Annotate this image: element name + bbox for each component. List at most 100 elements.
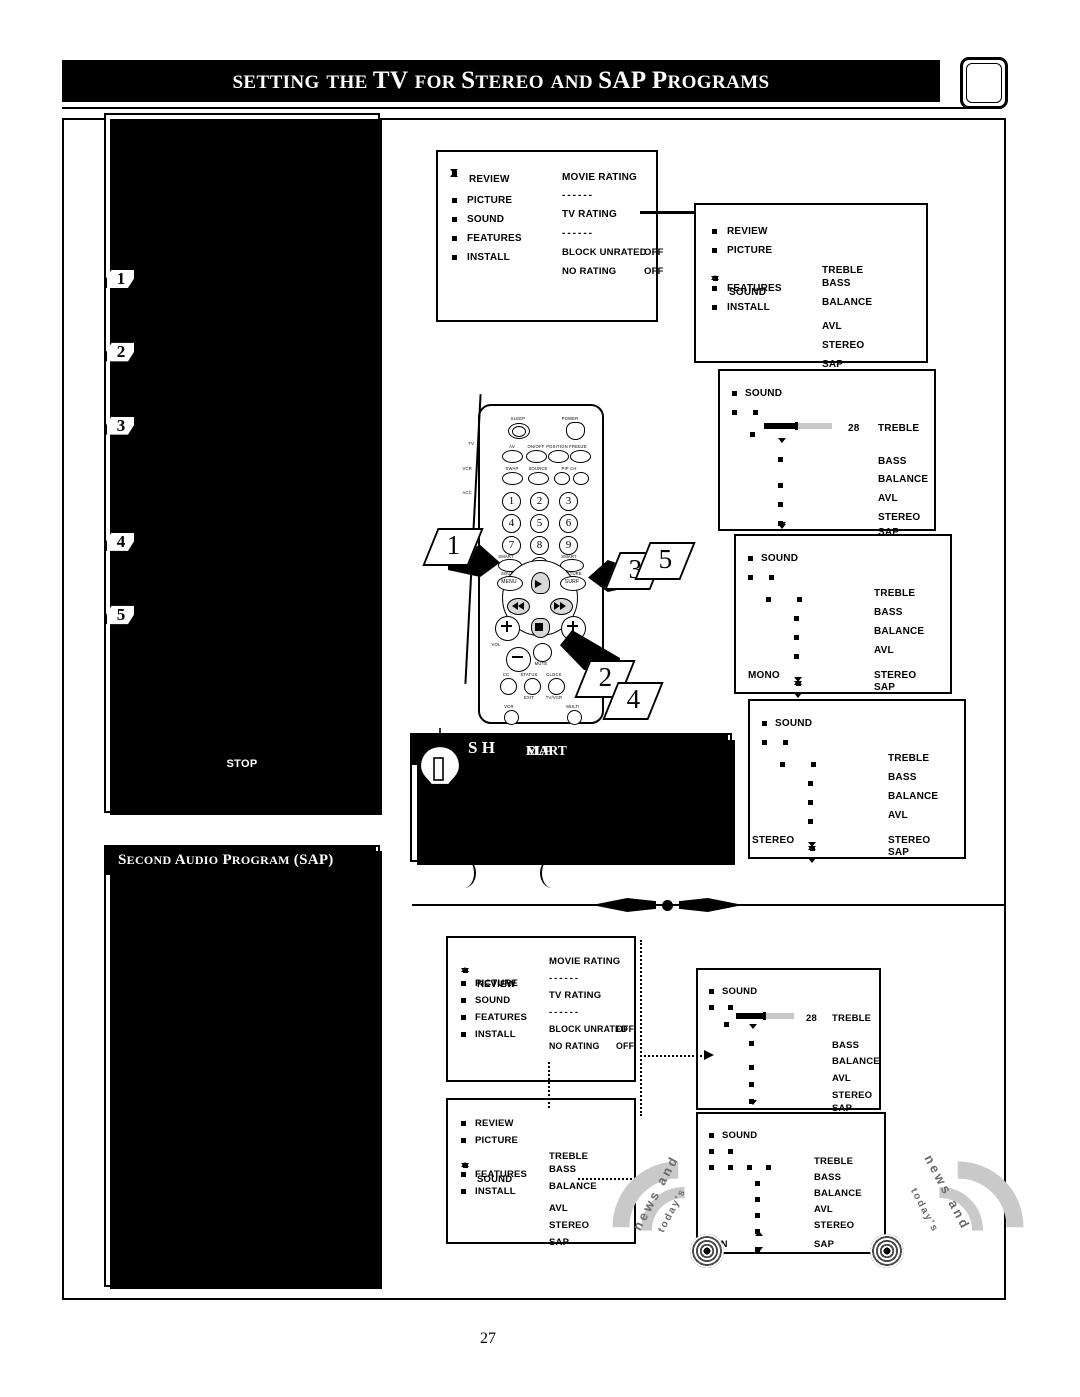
submenu-item-treble[interactable]: TREBLE [888, 753, 929, 764]
submenu-item-avl[interactable]: AVL [814, 1204, 833, 1215]
button-source[interactable] [528, 472, 549, 485]
submenu-item-stereo[interactable]: STEREO [874, 670, 916, 681]
submenu-item-bass[interactable]: BASS [549, 1164, 576, 1175]
menu-value-block-unrated-state[interactable]: OFF [616, 1024, 634, 1034]
button-2[interactable]: 2 [530, 492, 549, 511]
menu-item-review[interactable]: REVIEW [727, 226, 768, 237]
button-4[interactable]: 4 [502, 514, 521, 533]
menu-item-features[interactable]: FEATURES [475, 1169, 527, 1180]
submenu-item-sap[interactable]: SAP [814, 1239, 834, 1250]
submenu-item-balance[interactable]: BALANCE [832, 1056, 880, 1067]
menu-item-review[interactable]: REVIEW [469, 174, 510, 185]
menu-item-features[interactable]: FEATURES [467, 233, 522, 244]
submenu-item-treble[interactable]: TREBLE [822, 265, 863, 276]
submenu-item-bass[interactable]: BASS [822, 278, 851, 289]
submenu-item-sap[interactable]: SAP [874, 682, 895, 693]
submenu-item-sap[interactable]: SAP [888, 847, 909, 858]
menu-item-picture[interactable]: PICTURE [467, 195, 512, 206]
submenu-item-bass[interactable]: BASS [832, 1040, 859, 1051]
button-status[interactable] [524, 678, 541, 695]
button-clock[interactable] [548, 678, 565, 695]
submenu-item-stereo[interactable]: STEREO [814, 1220, 854, 1231]
menu-value-tv-rating[interactable]: TV RATING [549, 990, 601, 1001]
submenu-item-stereo[interactable]: STEREO [832, 1090, 872, 1101]
button-1[interactable]: 1 [502, 492, 521, 511]
button-freeze[interactable] [570, 450, 591, 463]
button-power[interactable] [566, 422, 585, 440]
button-position[interactable] [548, 450, 569, 463]
menu-value-movie-rating[interactable]: MOVIE RATING [549, 956, 620, 967]
menu-item-install[interactable]: INSTALL [475, 1029, 516, 1040]
button-swap[interactable] [502, 472, 523, 485]
submenu-item-treble[interactable]: TREBLE [832, 1013, 871, 1024]
submenu-item-balance[interactable]: BALANCE [874, 626, 924, 637]
menu-item-install[interactable]: INSTALL [727, 302, 770, 313]
menu-value-block-unrated[interactable]: BLOCK UNRATED [562, 247, 647, 258]
submenu-item-bass[interactable]: BASS [878, 456, 907, 467]
submenu-item-balance[interactable]: BALANCE [549, 1181, 597, 1192]
label-vcr-mode: VCR [462, 466, 472, 471]
button-9[interactable]: 9 [559, 536, 578, 555]
submenu-item-stereo[interactable]: STEREO [878, 512, 920, 523]
menu-item-picture[interactable]: PICTURE [475, 978, 518, 989]
menu-item-sound[interactable]: SOUND [475, 995, 510, 1006]
menu-item-install[interactable]: INSTALL [467, 252, 510, 263]
menu-value-tv-rating[interactable]: TV RATING [562, 209, 617, 220]
menu-row: PICTURE ------ [461, 973, 578, 991]
submenu-item-avl[interactable]: AVL [822, 321, 842, 332]
submenu-item-balance[interactable]: BALANCE [822, 297, 872, 308]
cursor-left-icon-2 [518, 602, 524, 610]
submenu-item-bass[interactable]: BASS [814, 1172, 841, 1183]
menu-value-movie-rating[interactable]: MOVIE RATING [562, 172, 637, 183]
button-sleep-inner[interactable] [512, 426, 526, 437]
submenu-item-avl[interactable]: AVL [874, 645, 894, 656]
menu-value-no-rating-state[interactable]: OFF [616, 1041, 634, 1051]
button-5[interactable]: 5 [530, 514, 549, 533]
button-onoff[interactable] [526, 450, 547, 463]
menu-item-features[interactable]: FEATURES [727, 283, 782, 294]
submenu-item-treble[interactable]: TREBLE [549, 1151, 588, 1162]
treble-slider[interactable] [764, 422, 832, 430]
submenu-item-sap[interactable]: SAP [549, 1237, 569, 1248]
submenu-item-treble[interactable]: TREBLE [878, 423, 919, 434]
submenu-item-avl[interactable]: AVL [832, 1073, 851, 1084]
menu-value-no-rating-state[interactable]: OFF [644, 266, 664, 277]
button-7[interactable]: 7 [502, 536, 521, 555]
submenu-item-avl[interactable]: AVL [888, 810, 908, 821]
menu-item-picture[interactable]: PICTURE [475, 1135, 518, 1146]
submenu-item-bass[interactable]: BASS [874, 607, 903, 618]
submenu-item-treble[interactable]: TREBLE [814, 1156, 853, 1167]
submenu-item-treble[interactable]: TREBLE [874, 588, 915, 599]
menu-item-sound[interactable]: SOUND [467, 214, 504, 225]
button-volume-down[interactable] [506, 647, 531, 672]
menu-item-picture[interactable]: PICTURE [727, 245, 772, 256]
button-multi[interactable] [567, 710, 582, 725]
button-8[interactable]: 8 [530, 536, 549, 555]
submenu-item-stereo[interactable]: STEREO [888, 835, 930, 846]
button-vcr[interactable] [504, 710, 519, 725]
menu-item-install[interactable]: INSTALL [475, 1186, 516, 1197]
button-av[interactable] [502, 450, 523, 463]
button-6[interactable]: 6 [559, 514, 578, 533]
submenu-item-bass[interactable]: BASS [888, 772, 917, 783]
submenu-item-balance[interactable]: BALANCE [814, 1188, 862, 1199]
button-pip-up[interactable] [554, 472, 570, 485]
button-3[interactable]: 3 [559, 492, 578, 511]
button-pip-down[interactable] [573, 472, 589, 485]
submenu-item-balance[interactable]: BALANCE [888, 791, 938, 802]
menu-item-review[interactable]: REVIEW [475, 1118, 514, 1129]
treble-slider[interactable] [736, 1012, 794, 1020]
bullet-icon [797, 597, 802, 602]
button-volume-up[interactable] [495, 616, 520, 641]
menu-value-no-rating[interactable]: NO RATING [562, 266, 616, 277]
submenu-item-stereo[interactable]: STEREO [549, 1220, 589, 1231]
submenu-item-avl[interactable]: AVL [549, 1203, 568, 1214]
submenu-item-stereo[interactable]: STEREO [822, 340, 864, 351]
menu-item-features[interactable]: FEATURES [475, 1012, 527, 1023]
submenu-item-avl[interactable]: AVL [878, 493, 898, 504]
menu-value-block-unrated-state[interactable]: OFF [644, 247, 664, 258]
button-mute[interactable] [533, 643, 552, 662]
menu-value-no-rating[interactable]: NO RATING [549, 1041, 600, 1051]
button-cc[interactable] [500, 678, 517, 695]
submenu-item-balance[interactable]: BALANCE [878, 474, 928, 485]
